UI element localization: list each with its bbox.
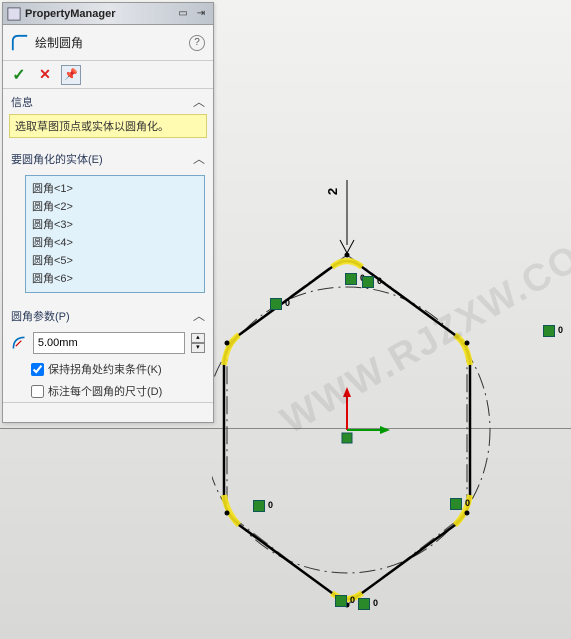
radius-icon (11, 334, 27, 352)
watermark: WWW.RJZXW.COM (274, 220, 571, 443)
spinner-up-icon[interactable]: ▴ (191, 333, 205, 343)
help-icon[interactable]: ? (189, 35, 205, 51)
relation-badge[interactable] (362, 276, 374, 288)
list-item[interactable]: 圆角<6> (32, 269, 198, 287)
relation-badge[interactable] (253, 500, 265, 512)
keep-corner-checkbox[interactable] (31, 363, 44, 376)
section-info-label: 信息 (11, 94, 33, 110)
relation-badge[interactable] (358, 598, 370, 610)
dim-each-checkbox[interactable] (31, 385, 44, 398)
radius-spinner[interactable]: ▴ ▾ (191, 333, 205, 353)
panel-title: PropertyManager (25, 8, 175, 20)
section-params-label: 圆角参数(P) (11, 308, 70, 324)
list-item[interactable]: 圆角<1> (32, 179, 198, 197)
radius-row: ▴ ▾ (3, 328, 213, 358)
list-item[interactable]: 圆角<2> (32, 197, 198, 215)
list-item[interactable]: 圆角<5> (32, 251, 198, 269)
list-item[interactable]: 圆角<3> (32, 215, 198, 233)
relation-label: 0 (465, 498, 470, 508)
chevron-up-icon: ︿ (193, 307, 205, 324)
command-name: 绘制圆角 (35, 34, 183, 51)
section-entities-header[interactable]: 要圆角化的实体(E) ︿ (3, 146, 213, 171)
command-header: 绘制圆角 ? (3, 25, 213, 61)
entities-listbox[interactable]: 圆角<1> 圆角<2> 圆角<3> 圆角<4> 圆角<5> 圆角<6> (25, 175, 205, 293)
panel-footer (3, 402, 213, 422)
chevron-up-icon: ︿ (193, 93, 205, 110)
dimension-value[interactable]: 2 (325, 188, 340, 195)
panel-pin-icon[interactable]: ⇥ (193, 6, 209, 22)
ok-button[interactable]: ✓ (9, 65, 29, 85)
property-manager-panel: PropertyManager ▭ ⇥ 绘制圆角 ? ✓ ✕ 📌 信息 ︿ 选取… (2, 2, 214, 423)
relation-label: 0 (558, 325, 563, 335)
keep-corner-row: 保持拐角处约束条件(K) (3, 358, 213, 380)
action-bar: ✓ ✕ 📌 (3, 61, 213, 89)
sketch-geometry (212, 175, 571, 635)
cancel-button[interactable]: ✕ (35, 65, 55, 85)
relation-badge[interactable] (335, 595, 347, 607)
panel-icon (7, 7, 21, 21)
keep-visible-button[interactable]: 📌 (61, 65, 81, 85)
titlebar: PropertyManager ▭ ⇥ (3, 3, 213, 25)
relation-label: 0 (285, 298, 290, 308)
fillet-icon (11, 34, 29, 52)
dim-each-label: 标注每个圆角的尺寸(D) (48, 383, 162, 399)
relation-label: 0 (350, 595, 355, 605)
spinner-down-icon[interactable]: ▾ (191, 343, 205, 353)
info-message: 选取草图顶点或实体以圆角化。 (9, 114, 207, 138)
horizon-line (0, 428, 571, 429)
section-entities-label: 要圆角化的实体(E) (11, 151, 103, 167)
list-item[interactable]: 圆角<4> (32, 233, 198, 251)
relation-badge[interactable] (543, 325, 555, 337)
relation-label: 0 (268, 500, 273, 510)
section-info-header[interactable]: 信息 ︿ (3, 89, 213, 114)
dim-each-row: 标注每个圆角的尺寸(D) (3, 380, 213, 402)
keep-corner-label: 保持拐角处约束条件(K) (48, 361, 162, 377)
section-params-header[interactable]: 圆角参数(P) ︿ (3, 303, 213, 328)
panel-split-icon[interactable]: ▭ (175, 6, 191, 22)
relation-badge[interactable] (345, 273, 357, 285)
relation-badge[interactable] (450, 498, 462, 510)
radius-input[interactable] (33, 332, 185, 354)
chevron-up-icon: ︿ (193, 150, 205, 167)
relation-badge[interactable] (270, 298, 282, 310)
relation-label: 0 (377, 276, 382, 286)
relation-label: 0 (373, 598, 378, 608)
